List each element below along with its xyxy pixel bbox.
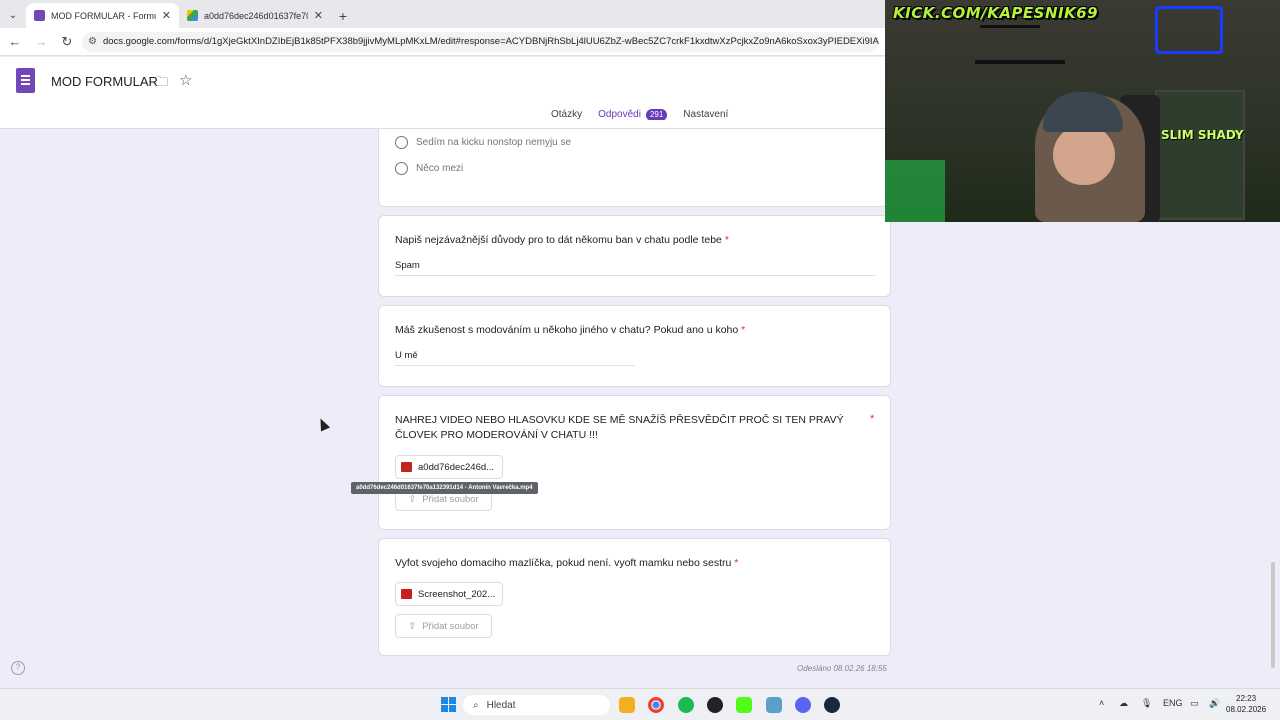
poster-label: SLIM SHADY [1161,128,1244,142]
streamer-face [1053,125,1115,185]
folder-icon[interactable]: 🗀 [155,73,168,95]
reload-icon[interactable]: ↻ [56,31,78,53]
question-card-experience: Máš zkušenost s modováním u někoho jinéh… [378,305,891,387]
url-text: docs.google.com/forms/d/1gXjeGktXInDZIbE… [102,36,879,47]
star-icon[interactable]: ☆ [179,71,192,89]
poster [1155,90,1245,220]
mouse-cursor-icon [315,416,331,432]
question-card-pet: Vyfot svojeho domaciho mazlíčka, pokud n… [378,538,891,656]
tab-label: a0dd76dec246d01637fe70a132 [204,10,308,21]
file-name: a0dd76dec246d... [418,461,495,473]
discord-icon[interactable] [795,697,811,713]
upload-icon: ⇪ [408,620,417,632]
question-label: Vyfot svojeho domaciho mazlíčka, pokud n… [395,557,732,569]
question-text: NAHREJ VIDEO NEBO HLASOVKU KDE SE MĚ SNA… [395,413,855,443]
windows-start-icon[interactable] [441,697,456,712]
forward-arrow-icon[interactable]: → [30,31,52,53]
question-card-video: NAHREJ VIDEO NEBO HLASOVKU KDE SE MĚ SNA… [378,395,891,530]
question-card-radio: Sedím na kicku nonstop nemyju se Něco me… [378,120,891,207]
file-name: Screenshot_202... [418,588,496,600]
drive-favicon-icon [187,10,198,21]
steam-icon[interactable] [824,697,840,713]
basketball-hoop-icon [1155,6,1223,54]
page-scrollbar[interactable] [1271,562,1275,668]
webcam-overlay: SLIM SHADY KICK.COM/KAPESNIK69 [885,0,1280,222]
image-file-icon [401,589,412,599]
stream-banner: KICK.COM/KAPESNIK69 [893,4,1099,22]
network-icon[interactable]: ▭ [1190,698,1199,709]
chrome-icon[interactable] [648,697,664,713]
tab-label: MOD FORMULAR - Formuláře G [51,10,156,21]
tab-mod-formular[interactable]: MOD FORMULAR - Formuláře G ✕ [26,3,179,28]
taskbar-search[interactable]: ⌕ Hledat [463,695,610,715]
radio-option-label: Sedím na kicku nonstop nemyju se [416,137,572,148]
radio-circle-icon [395,136,408,149]
radio-option[interactable]: Něco mezi [395,162,463,175]
radio-circle-icon [395,162,408,175]
answer-text: Spam [395,260,876,276]
add-file-label: Přidat soubor [422,620,479,632]
clock[interactable]: 22:23 08.02.2026 [1226,693,1266,715]
app-icon[interactable] [766,697,782,713]
clock-time: 22:23 [1236,694,1257,703]
help-icon[interactable]: ? [11,661,25,675]
site-info-icon[interactable]: ⚙ [88,36,97,47]
answer-text: U mě [395,350,635,366]
cloud-icon[interactable]: ☁ [1119,698,1128,709]
url-field[interactable]: ⚙ docs.google.com/forms/d/1gXjeGktXInDZI… [82,31,879,52]
kick-icon[interactable] [736,697,752,713]
tab-drive-file[interactable]: a0dd76dec246d01637fe70a132 ✕ [179,3,331,28]
language-indicator[interactable]: ENG [1163,698,1183,708]
forms-favicon-icon [34,10,45,21]
volume-icon[interactable]: 🔊 [1209,698,1220,709]
close-tab-icon[interactable]: ✕ [314,9,323,22]
question-label: Napiš nejzávažnější důvody pro to dát ně… [395,234,722,246]
question-label: NAHREJ VIDEO NEBO HLASOVKU KDE SE MĚ SNA… [395,414,844,441]
radio-option-label: Něco mezi [416,163,464,174]
tab-responses-label: Odpovědi [598,109,641,120]
header-shadow [378,120,891,129]
shelf [975,60,1065,64]
uploaded-file-chip[interactable]: a0dd76dec246d... [395,455,503,479]
file-explorer-icon[interactable] [619,697,635,713]
tab-settings-label: Nastavení [683,109,729,120]
address-bar: ← → ↻ ⚙ docs.google.com/forms/d/1gXjeGkt… [0,28,885,56]
forms-header: MOD FORMULAR 🗀 ☆ Otázky Odpovědi 291 Nast… [0,57,885,131]
spotify-icon[interactable] [678,697,694,713]
tab-search-chevron-icon[interactable]: ⌄ [0,2,26,28]
required-asterisk: * [741,324,746,336]
shelf [980,25,1040,28]
required-asterisk: * [724,234,729,246]
search-placeholder: Hledat [486,699,516,711]
sent-timestamp: Odesláno 08.02.26 18:55 [797,664,887,673]
question-text: Vyfot svojeho domaciho mazlíčka, pokud n… [395,556,738,571]
upload-icon: ⇪ [408,493,417,505]
question-label: Máš zkušenost s modováním u někoho jinéh… [395,324,739,336]
search-icon: ⌕ [473,699,479,711]
radio-option[interactable]: Sedím na kicku nonstop nemyju se [395,136,571,149]
required-asterisk: * [870,413,875,425]
obs-icon[interactable] [707,697,723,713]
tab-questions-label: Otázky [551,109,583,120]
new-tab-button[interactable]: + [331,3,355,28]
clock-date: 08.02.2026 [1226,705,1267,714]
video-file-icon [401,462,412,472]
question-text: Máš zkušenost s modováním u někoho jinéh… [395,323,745,338]
form-title[interactable]: MOD FORMULAR [51,74,158,89]
question-card-ban: Napiš nejzávažnější důvody pro to dát ně… [378,215,891,297]
file-tooltip: a0dd76dec246d01637fe70a132391d14 - Anton… [351,482,538,494]
add-file-button[interactable]: ⇪ Přidat soubor [395,614,492,638]
tray-chevron-icon[interactable]: ˄ [1099,698,1104,708]
close-tab-icon[interactable]: ✕ [162,9,171,22]
green-light [885,160,945,222]
uploaded-file-chip[interactable]: Screenshot_202... [395,582,503,606]
browser-tab-bar: ⌄ MOD FORMULAR - Formuláře G ✕ a0dd76dec… [0,0,885,28]
question-text: Napiš nejzávažnější důvody pro to dát ně… [395,233,729,248]
add-file-label: Přidat soubor [422,493,479,505]
back-arrow-icon[interactable]: ← [4,31,26,53]
microphone-icon[interactable]: 🎙 [1141,698,1152,709]
forms-logo-icon[interactable] [16,68,35,93]
taskbar: ⌕ Hledat ˄ ☁ 🎙 ENG ▭ 🔊 22:23 08.02.2026 [0,688,1280,720]
required-asterisk: * [734,557,739,569]
